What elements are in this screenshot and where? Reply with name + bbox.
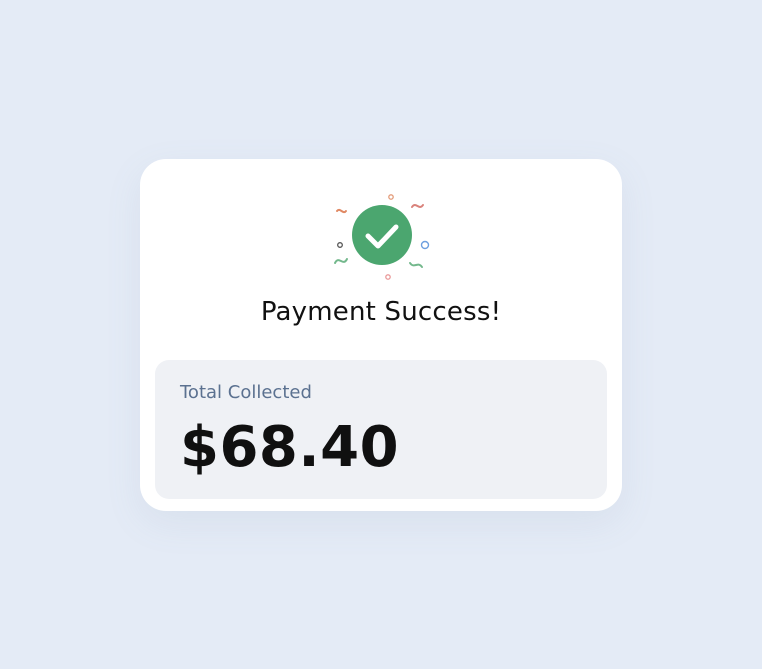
page-title: Payment Success! xyxy=(260,297,502,327)
success-illustration xyxy=(330,193,434,283)
summary-label: Total Collected xyxy=(180,382,312,403)
total-amount: $68.40 xyxy=(180,415,400,480)
check-circle-icon xyxy=(334,194,430,280)
payment-success-card: Payment Success! Total Collected $68.40 xyxy=(140,159,622,511)
payment-summary-panel: Total Collected $68.40 xyxy=(155,360,607,499)
